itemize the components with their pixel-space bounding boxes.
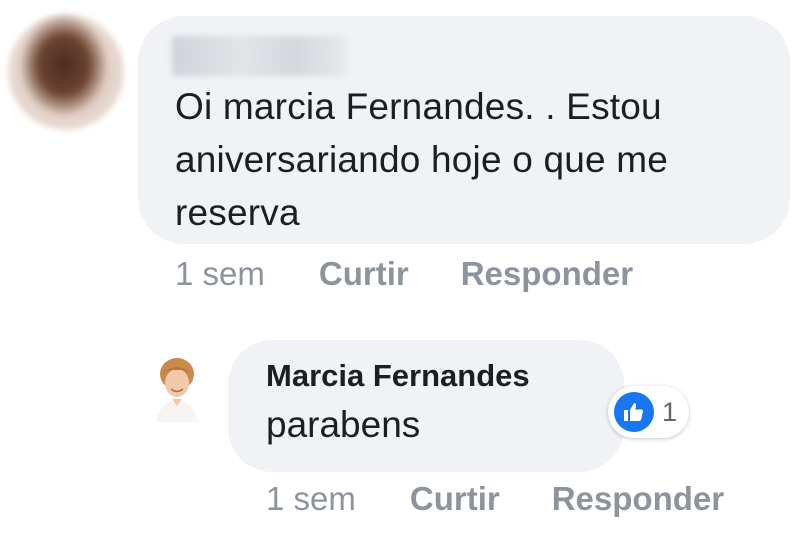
reply-author-avatar[interactable] — [150, 352, 206, 434]
reply-author-name[interactable]: Marcia Fernandes — [266, 358, 530, 394]
reply-timestamp[interactable]: 1 sem — [266, 480, 356, 518]
reply-reply-button[interactable]: Responder — [552, 480, 724, 518]
reply-text: parabens — [266, 404, 421, 445]
commenter-name-redacted[interactable] — [172, 36, 346, 76]
commenter-avatar[interactable] — [8, 14, 124, 130]
comment-timestamp[interactable]: 1 sem — [175, 255, 265, 293]
reply-like-button[interactable]: Curtir — [410, 480, 500, 518]
comment-reply-button[interactable]: Responder — [461, 255, 633, 293]
reply-actions: 1 sem Curtir Responder — [266, 480, 724, 518]
comment-actions: 1 sem Curtir Responder — [175, 255, 633, 293]
reaction-summary[interactable]: 1 — [608, 386, 690, 438]
comment-like-button[interactable]: Curtir — [319, 255, 409, 293]
comment-text: Oi marcia Fernandes. . Estou aniversaria… — [175, 86, 669, 233]
reaction-count: 1 — [662, 396, 678, 427]
comment-thread: Oi marcia Fernandes. . Estou aniversaria… — [0, 0, 800, 536]
thumbs-up-icon — [614, 392, 654, 432]
